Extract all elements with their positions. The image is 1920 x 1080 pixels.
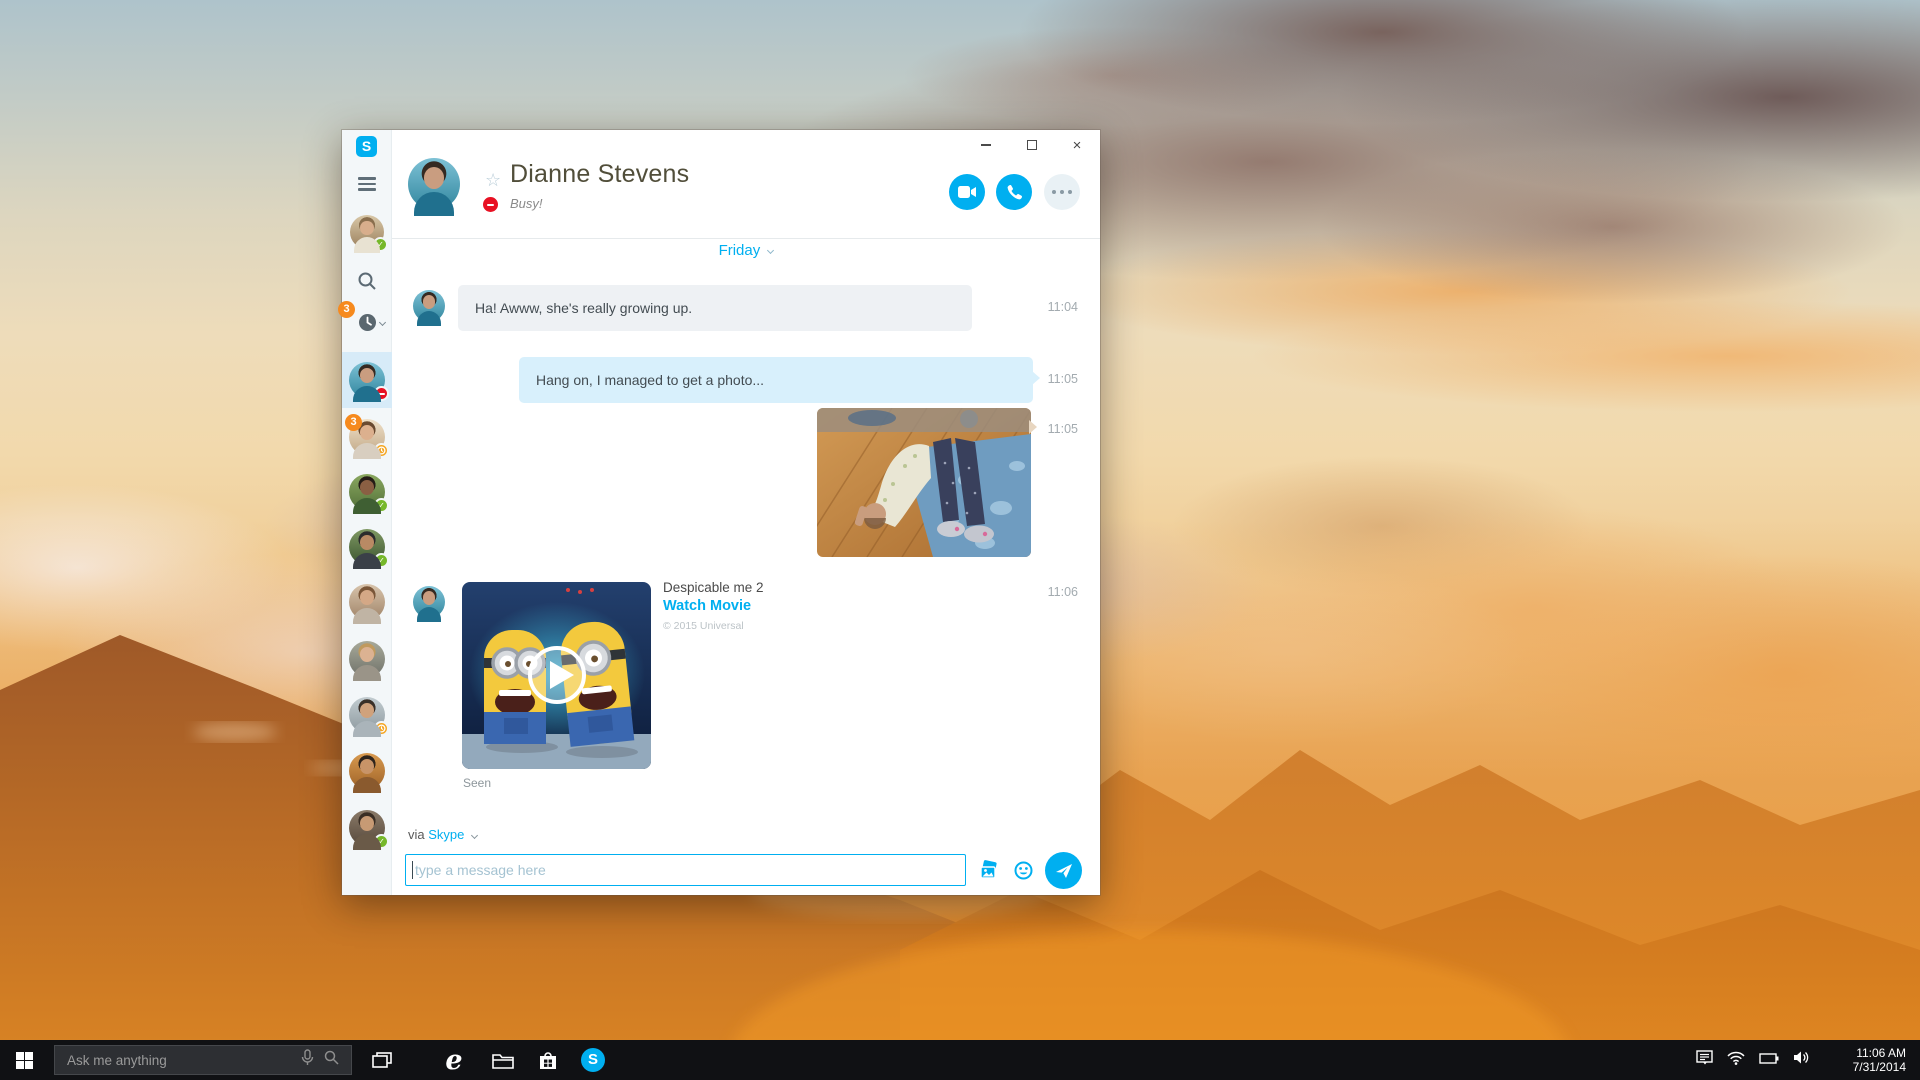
contact-unread-badge: 3 — [345, 414, 362, 431]
windows-store-icon[interactable] — [528, 1040, 568, 1080]
search-icon[interactable] — [357, 271, 377, 291]
clock-date: 7/31/2014 — [1853, 1060, 1906, 1074]
recents-button[interactable]: 3 — [342, 306, 392, 338]
video-card-copyright: © 2015 Universal — [663, 620, 744, 632]
conversation-avatar[interactable] — [408, 158, 460, 210]
contact-avatar-6[interactable] — [349, 641, 385, 677]
search-glyph-icon[interactable] — [324, 1050, 339, 1070]
message-time: 11:06 — [1018, 585, 1078, 599]
read-receipt: Seen — [463, 776, 491, 790]
message-time: 11:05 — [1018, 422, 1078, 436]
header-divider — [392, 238, 1100, 239]
via-chevron-icon — [471, 832, 478, 839]
text-caret — [412, 861, 413, 879]
message-time: 11:05 — [1018, 372, 1078, 386]
clock-time: 11:06 AM — [1853, 1046, 1906, 1060]
self-avatar[interactable] — [350, 215, 384, 249]
windows-logo-icon — [16, 1052, 33, 1069]
taskbar-clock[interactable]: 11:06 AM 7/31/2014 — [1853, 1040, 1906, 1080]
message-avatar[interactable] — [413, 586, 445, 618]
contact-avatar-dianne[interactable] — [349, 362, 385, 398]
action-center-icon[interactable] — [1696, 1050, 1713, 1071]
recents-clock-icon — [358, 313, 377, 337]
recents-chevron-icon — [379, 319, 386, 326]
video-card-title: Despicable me 2 — [663, 580, 764, 595]
wifi-icon[interactable] — [1727, 1051, 1745, 1070]
file-explorer-icon[interactable] — [483, 1040, 523, 1080]
voice-call-button[interactable] — [996, 174, 1032, 210]
outgoing-message: Hang on, I managed to get a photo... — [519, 357, 1033, 403]
share-photo-button[interactable] — [977, 860, 999, 885]
message-input[interactable] — [405, 854, 966, 886]
menu-button[interactable] — [358, 177, 376, 191]
message-time: 11:04 — [1018, 300, 1078, 314]
via-network-selector[interactable]: via Skype — [408, 827, 477, 842]
maximize-button[interactable] — [1016, 134, 1048, 156]
battery-icon[interactable] — [1759, 1051, 1779, 1069]
via-network-link[interactable]: Skype — [428, 827, 464, 842]
more-options-button[interactable] — [1044, 174, 1080, 210]
busy-status-icon — [483, 197, 498, 212]
message-avatar[interactable] — [413, 290, 445, 322]
skype-logo: S — [356, 136, 377, 157]
self-status-online-icon — [373, 237, 388, 252]
contact-avatar-5[interactable] — [349, 584, 385, 620]
video-thumbnail[interactable] — [462, 582, 651, 769]
date-chevron-icon — [767, 247, 774, 254]
status-away-icon — [374, 721, 389, 736]
volume-icon[interactable] — [1793, 1050, 1810, 1070]
emoticon-button[interactable] — [1014, 861, 1033, 885]
status-online-icon — [374, 834, 389, 849]
taskbar: e S 11:06 AM 7/31/2014 — [0, 1040, 1920, 1080]
video-call-button[interactable] — [949, 174, 985, 210]
status-busy-icon — [374, 386, 389, 401]
close-button[interactable]: × — [1061, 134, 1093, 156]
favorite-star-icon[interactable]: ☆ — [485, 170, 501, 191]
contact-avatar-3[interactable] — [349, 474, 385, 510]
status-online-icon — [374, 553, 389, 568]
status-online-icon — [374, 498, 389, 513]
taskbar-search-input[interactable] — [55, 1053, 301, 1068]
sidebar-rail: S 3 3 — [342, 130, 392, 895]
photo-message[interactable] — [817, 408, 1031, 557]
skype-window: S 3 3 — [342, 130, 1100, 895]
window-titlebar[interactable]: × — [392, 130, 1100, 160]
recents-unread-badge: 3 — [338, 301, 355, 318]
contact-avatar-9[interactable] — [349, 810, 385, 846]
start-button[interactable] — [0, 1040, 48, 1080]
skype-taskbar-icon[interactable]: S — [573, 1040, 613, 1080]
desktop: S 3 3 — [0, 0, 1920, 1080]
incoming-message: Ha! Awww, she's really growing up. — [458, 285, 972, 331]
contact-avatar-7[interactable] — [349, 697, 385, 733]
microphone-icon[interactable] — [301, 1049, 314, 1071]
contact-avatar-8[interactable] — [349, 753, 385, 789]
contact-avatar-2[interactable]: 3 — [349, 419, 385, 455]
status-away-icon — [374, 443, 389, 458]
mood-message: Busy! — [510, 196, 543, 211]
system-tray — [1696, 1040, 1810, 1080]
date-divider[interactable]: Friday — [392, 242, 1100, 259]
contact-name: Dianne Stevens — [510, 160, 689, 189]
task-view-button[interactable] — [362, 1040, 402, 1080]
contact-avatar-4[interactable] — [349, 529, 385, 565]
watch-movie-link[interactable]: Watch Movie — [663, 598, 751, 614]
send-button[interactable] — [1045, 852, 1082, 889]
cortana-search-box[interactable] — [54, 1045, 352, 1075]
minimize-button[interactable] — [970, 134, 1002, 156]
internet-explorer-icon[interactable]: e — [434, 1040, 474, 1080]
